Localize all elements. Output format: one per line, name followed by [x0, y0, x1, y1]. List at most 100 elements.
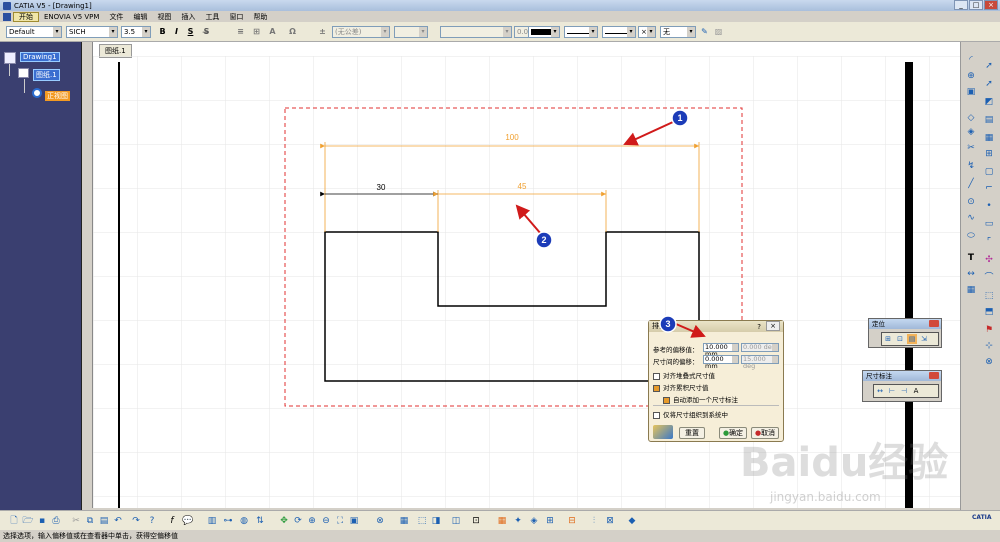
- whatsthis-icon[interactable]: ?: [146, 515, 158, 527]
- italic-button[interactable]: I: [170, 26, 183, 38]
- select-icon[interactable]: ➚: [983, 78, 995, 90]
- dim-text-middle[interactable]: 45: [518, 182, 527, 191]
- align-cumulative-option[interactable]: 对齐累积尺寸值: [653, 382, 709, 392]
- transform-icon[interactable]: ⬚: [983, 290, 995, 302]
- move-icon[interactable]: ⇲: [919, 334, 929, 344]
- grid-snap-icon[interactable]: ▦: [398, 515, 410, 527]
- pattern-select[interactable]: 无 ▾: [660, 26, 696, 38]
- position-dim-icon[interactable]: ⊡: [895, 334, 905, 344]
- layer-icon[interactable]: ⇅: [254, 515, 266, 527]
- symmetry-icon[interactable]: ✣: [983, 254, 995, 266]
- dim-text-total[interactable]: 100: [505, 133, 519, 142]
- frame-text-icon[interactable]: A: [266, 26, 279, 38]
- open-icon[interactable]: 🗁: [22, 515, 34, 527]
- point-type-select[interactable]: × ▾: [638, 26, 656, 38]
- analyze-icon[interactable]: ◍: [238, 515, 250, 527]
- reset-button[interactable]: 重置: [679, 427, 705, 439]
- arc-icon[interactable]: ◜: [965, 54, 977, 66]
- menu-start[interactable]: 开始: [13, 11, 39, 22]
- point-icon[interactable]: •: [983, 200, 995, 212]
- normal-view-icon[interactable]: ▣: [348, 515, 360, 527]
- bold-button[interactable]: B: [156, 26, 169, 38]
- wizard-icon[interactable]: ↯: [965, 160, 977, 172]
- font-size-select[interactable]: 3.5 ▾: [121, 26, 151, 38]
- copy-format-icon[interactable]: ✎: [698, 26, 711, 38]
- rectangle-icon[interactable]: ▭: [983, 218, 995, 230]
- catalog-icon[interactable]: ◆: [626, 515, 638, 527]
- paste-icon[interactable]: ▤: [98, 515, 110, 527]
- dim-text-icon[interactable]: A: [911, 386, 921, 396]
- corner-icon[interactable]: ⌜: [983, 236, 995, 248]
- menu-tools[interactable]: 工具: [200, 12, 224, 22]
- grid-show-icon[interactable]: ▦: [496, 515, 508, 527]
- zoom-out-icon[interactable]: ⊖: [320, 515, 332, 527]
- redo-icon[interactable]: ↷: [130, 515, 142, 527]
- spinner-icon[interactable]: [772, 344, 778, 351]
- analysis-icon[interactable]: ⬚: [416, 515, 428, 527]
- symbol-icon[interactable]: Ω: [286, 26, 299, 38]
- text-icon[interactable]: T: [965, 252, 977, 264]
- projection-icon[interactable]: ▣: [965, 86, 977, 98]
- filter-icon[interactable]: ▤: [983, 114, 995, 126]
- menu-help[interactable]: 帮助: [248, 12, 272, 22]
- tolerance-icon[interactable]: ±: [316, 26, 329, 38]
- snap-point-icon[interactable]: ✦: [512, 515, 524, 527]
- dim-text-left[interactable]: 30: [377, 183, 386, 192]
- display-icon[interactable]: ◨: [430, 515, 442, 527]
- strikethrough-icon[interactable]: S̶: [200, 26, 213, 38]
- cube-icon[interactable]: ◩: [983, 96, 995, 108]
- constraint-icon[interactable]: ◈: [528, 515, 540, 527]
- spinner-icon[interactable]: [732, 344, 738, 351]
- numeric-display-select[interactable]: ▾: [440, 26, 512, 38]
- view-front-icon[interactable]: ⊕: [965, 70, 977, 82]
- warning-icon[interactable]: ⚑: [983, 324, 995, 336]
- undo-icon[interactable]: ↶: [112, 515, 124, 527]
- arrange-icon[interactable]: ▤: [907, 334, 917, 344]
- spline-icon[interactable]: ∿: [965, 212, 977, 224]
- spinner-icon[interactable]: [772, 356, 778, 363]
- section-icon[interactable]: ◈: [965, 126, 977, 138]
- link-icon[interactable]: ⊗: [374, 515, 386, 527]
- sheet-icon[interactable]: ▥: [206, 515, 218, 527]
- copy-icon[interactable]: ⧉: [84, 515, 96, 527]
- style-select[interactable]: Default ▾: [6, 26, 62, 38]
- menu-enovia[interactable]: ENOVIA V5 VPM: [39, 13, 104, 21]
- sketch-icon[interactable]: ▢: [983, 166, 995, 178]
- anchor-icon[interactable]: ⊞: [250, 26, 263, 38]
- save-icon[interactable]: ▪: [36, 515, 48, 527]
- color-select[interactable]: ▾: [528, 26, 560, 38]
- formula-icon[interactable]: f: [166, 515, 178, 527]
- spinner-icon[interactable]: [732, 356, 738, 363]
- dim-tolerance-icon[interactable]: ⊣: [899, 386, 909, 396]
- panel-close-icon[interactable]: [929, 372, 939, 379]
- tolerance-value-select[interactable]: ▾: [394, 26, 428, 38]
- maximize-button[interactable]: □: [969, 0, 983, 10]
- line-icon[interactable]: ╱: [965, 178, 977, 190]
- font-select[interactable]: SICH ▾: [66, 26, 118, 38]
- zoom-in-icon[interactable]: ⊕: [306, 515, 318, 527]
- hatch-icon[interactable]: ▨: [712, 26, 725, 38]
- help-icon[interactable]: ?: [757, 322, 761, 333]
- offset-dim-input[interactable]: 0.000 mm: [703, 355, 739, 370]
- render-icon[interactable]: ◫: [450, 515, 462, 527]
- dress-up-icon[interactable]: ⬒: [983, 306, 995, 318]
- menu-window[interactable]: 窗口: [224, 12, 248, 22]
- grid-icon[interactable]: ⊞: [983, 148, 995, 160]
- view-layout-icon[interactable]: ⫶: [588, 515, 600, 527]
- table-icon[interactable]: ▦: [983, 132, 995, 144]
- dimension-sys-icon[interactable]: ⊞: [544, 515, 556, 527]
- auto-add-option[interactable]: 自动添加一个尺寸标注: [663, 394, 738, 404]
- filter-icon[interactable]: ⊟: [566, 515, 578, 527]
- tree-node-drawing[interactable]: Drawing1: [20, 52, 60, 62]
- tolerance-select[interactable]: (无公差) ▾: [332, 26, 390, 38]
- linetype-select[interactable]: ▾: [564, 26, 598, 38]
- tree-node-front-view[interactable]: 正视图: [45, 91, 70, 101]
- tree-icon[interactable]: ⊶: [222, 515, 234, 527]
- detail-view-icon[interactable]: ◇: [965, 112, 977, 124]
- ellipse-icon[interactable]: ⬭: [965, 230, 977, 242]
- axis-icon[interactable]: ⊹: [983, 340, 995, 352]
- print-icon[interactable]: ⎙: [50, 515, 62, 527]
- dim-icon[interactable]: ↔: [875, 386, 885, 396]
- auto-add-checkbox[interactable]: [663, 396, 670, 404]
- underline-button[interactable]: S: [184, 26, 197, 38]
